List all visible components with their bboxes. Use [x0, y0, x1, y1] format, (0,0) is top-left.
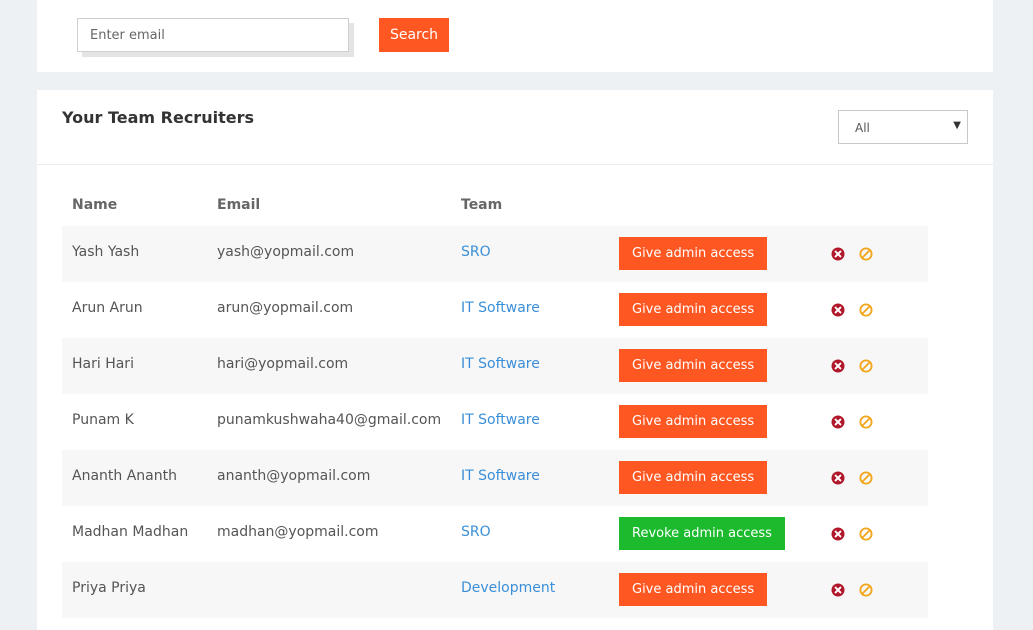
- remove-icon[interactable]: [831, 359, 845, 373]
- table-row: Priya Priya Development Give admin access: [62, 562, 928, 618]
- block-icon[interactable]: [859, 527, 873, 541]
- remove-icon[interactable]: [831, 527, 845, 541]
- recruiter-email: hari@yopmail.com: [217, 356, 349, 372]
- header-divider: [37, 164, 993, 165]
- recruiter-name: Yash Yash: [72, 244, 140, 260]
- table-row: Madhan Madhan madhan@yopmail.com SRO Revoke…: [62, 506, 928, 562]
- table-row: Ananth Ananth ananth@yopmail.com IT Softwa…: [62, 450, 928, 506]
- table-row: Hari Hari hari@yopmail.com IT Software Give…: [62, 338, 928, 394]
- block-icon[interactable]: [859, 359, 873, 373]
- recruiter-name: Ananth Ananth: [72, 468, 177, 484]
- block-icon[interactable]: [859, 583, 873, 597]
- column-header-team: Team: [461, 197, 503, 213]
- table-row: Yash Yash yash@yopmail.com SRO Give admin a…: [62, 226, 928, 282]
- column-header-email: Email: [217, 197, 261, 213]
- recruiter-name: Madhan Madhan: [72, 524, 189, 540]
- search-panel: Search: [37, 0, 993, 72]
- table-row: Punam K punamkushwaha40@gmail.com IT Softw…: [62, 394, 928, 450]
- team-link[interactable]: IT Software: [461, 300, 540, 316]
- team-recruiters-panel: Your Team Recruiters All ▼ Name Email Te…: [37, 90, 993, 630]
- recruiter-email: ananth@yopmail.com: [217, 468, 371, 484]
- recruiter-email: arun@yopmail.com: [217, 300, 354, 316]
- recruiter-name: Punam K: [72, 412, 134, 428]
- block-icon[interactable]: [859, 303, 873, 317]
- column-header-name: Name: [72, 197, 118, 213]
- recruiter-email: punamkushwaha40@gmail.com: [217, 412, 442, 428]
- give-admin-button[interactable]: Give admin access: [619, 237, 768, 270]
- recruiter-name: Arun Arun: [72, 300, 143, 316]
- recruiter-name: Hari Hari: [72, 356, 134, 372]
- remove-icon[interactable]: [831, 471, 845, 485]
- give-admin-button[interactable]: Give admin access: [619, 293, 768, 326]
- give-admin-button[interactable]: Give admin access: [619, 349, 768, 382]
- recruiters-table-body: Yash Yash yash@yopmail.com SRO Give admin a…: [62, 226, 928, 618]
- team-link[interactable]: SRO: [461, 244, 491, 260]
- recruiter-name: Priya Priya: [72, 580, 146, 596]
- email-search-input[interactable]: [77, 18, 349, 52]
- table-header: Name Email Team: [62, 197, 928, 217]
- remove-icon[interactable]: [831, 303, 845, 317]
- remove-icon[interactable]: [831, 247, 845, 261]
- team-link[interactable]: IT Software: [461, 468, 540, 484]
- filter-selected-value: All: [855, 121, 870, 135]
- table-row: Arun Arun arun@yopmail.com IT Software Give…: [62, 282, 928, 338]
- team-link[interactable]: SRO: [461, 524, 491, 540]
- revoke-admin-button[interactable]: Revoke admin access: [619, 517, 785, 550]
- block-icon[interactable]: [859, 415, 873, 429]
- block-icon[interactable]: [859, 471, 873, 485]
- recruiter-email: yash@yopmail.com: [217, 244, 355, 260]
- team-link[interactable]: IT Software: [461, 356, 540, 372]
- search-button[interactable]: Search: [379, 18, 449, 52]
- team-filter-select[interactable]: All ▼: [838, 110, 968, 144]
- give-admin-button[interactable]: Give admin access: [619, 573, 768, 606]
- recruiter-email: madhan@yopmail.com: [217, 524, 379, 540]
- panel-title: Your Team Recruiters: [62, 108, 254, 127]
- block-icon[interactable]: [859, 247, 873, 261]
- team-link[interactable]: IT Software: [461, 412, 540, 428]
- give-admin-button[interactable]: Give admin access: [619, 405, 768, 438]
- team-link[interactable]: Development: [461, 580, 555, 596]
- email-search-wrapper: [77, 18, 354, 57]
- give-admin-button[interactable]: Give admin access: [619, 461, 768, 494]
- remove-icon[interactable]: [831, 583, 845, 597]
- remove-icon[interactable]: [831, 415, 845, 429]
- caret-down-icon: ▼: [953, 120, 961, 131]
